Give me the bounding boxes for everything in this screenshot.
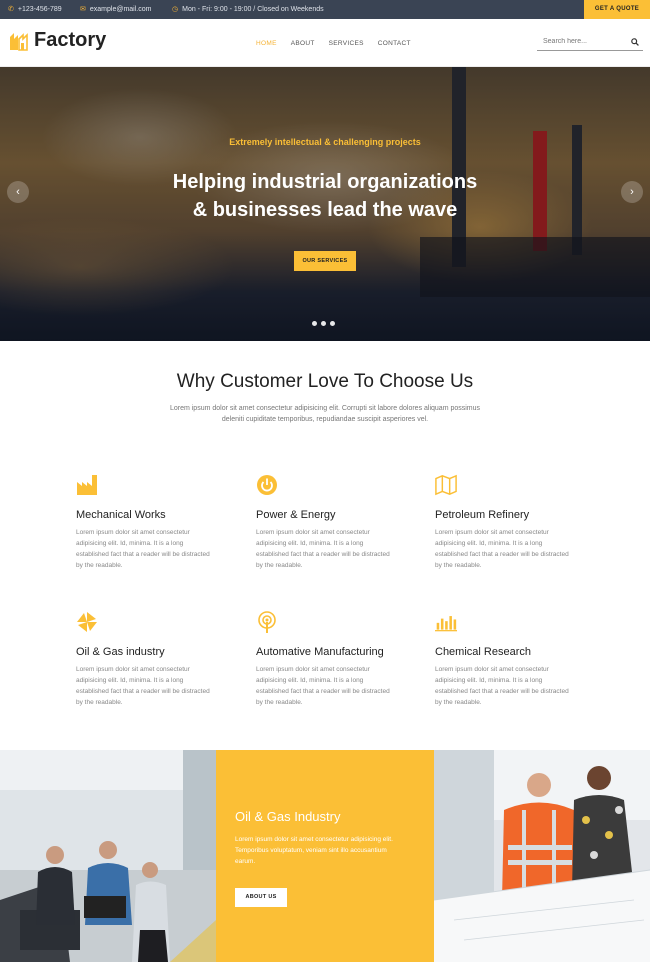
phone-info[interactable]: ✆ +123-456-789 — [8, 0, 62, 19]
section-description: Lorem ipsum dolor sit amet consectetur a… — [169, 405, 481, 423]
logo[interactable]: Factory — [8, 29, 106, 52]
phone-text: +123-456-789 — [17, 6, 62, 13]
antenna-icon — [258, 611, 276, 633]
feature-card: Petroleum Refinery Lorem ipsum dolor sit… — [435, 474, 575, 571]
chevron-right-icon: › — [630, 186, 634, 198]
panel-title: Oil & Gas Industry — [235, 809, 341, 824]
envelope-icon: ✉ — [80, 6, 86, 13]
feature-card: Automative Manufacturing Lorem ipsum dol… — [256, 611, 396, 708]
feature-text: Lorem ipsum dolor sit amet consectetur a… — [76, 529, 210, 569]
factory-logo-icon — [10, 32, 28, 51]
main-nav: HOME ABOUT SERVICES CONTACT — [256, 19, 411, 67]
oil-gas-panel: Oil & Gas Industry Lorem ipsum dolor sit… — [216, 750, 434, 962]
phone-icon: ✆ — [8, 6, 14, 13]
bar-chart-icon — [435, 616, 457, 632]
power-icon — [257, 475, 277, 495]
chevron-left-icon: ‹ — [16, 186, 20, 198]
feature-text: Lorem ipsum dolor sit amet consectetur a… — [435, 666, 569, 706]
section-title: Why Customer Love To Choose Us — [176, 371, 474, 392]
email-text: example@mail.com — [89, 6, 152, 13]
about-us-button[interactable]: ABOUT US — [235, 888, 287, 907]
slide-dot[interactable] — [321, 321, 326, 326]
search-box — [537, 33, 643, 51]
feature-title: Mechanical Works — [76, 509, 166, 521]
feature-title: Petroleum Refinery — [435, 509, 530, 521]
feature-title: Oil & Gas industry — [76, 646, 165, 658]
pinwheel-icon — [77, 612, 97, 632]
map-icon — [435, 474, 457, 496]
prev-slide-button[interactable]: ‹ — [7, 181, 29, 203]
nav-home[interactable]: HOME — [256, 40, 277, 47]
engineers-photo — [434, 750, 650, 962]
hero-title: Helping industrial organizations & busin… — [0, 168, 650, 224]
clock-icon: ◷ — [172, 6, 179, 13]
top-bar: ✆ +123-456-789 ✉ example@mail.com ◷ Mon … — [0, 0, 650, 19]
slider-dots — [312, 321, 335, 326]
hero-subtitle: Extremely intellectual & challenging pro… — [229, 137, 421, 147]
next-slide-button[interactable]: › — [621, 181, 643, 203]
logo-text: Factory — [34, 29, 107, 51]
get-quote-button[interactable]: GET A QUOTE — [584, 0, 650, 19]
feature-card: Mechanical Works Lorem ipsum dolor sit a… — [76, 474, 216, 571]
feature-text: Lorem ipsum dolor sit amet consectetur a… — [256, 666, 390, 706]
hero-slider: Extremely intellectual & challenging pro… — [0, 67, 650, 341]
hero-title-line1: Helping industrial organizations — [172, 171, 478, 193]
feature-title: Chemical Research — [435, 646, 531, 658]
feature-text: Lorem ipsum dolor sit amet consectetur a… — [435, 529, 569, 569]
feature-card: Chemical Research Lorem ipsum dolor sit … — [435, 611, 575, 708]
nav-contact[interactable]: CONTACT — [378, 40, 411, 47]
factory-icon — [77, 475, 97, 495]
search-input[interactable] — [543, 38, 623, 45]
nav-about[interactable]: ABOUT — [291, 40, 315, 47]
slide-dot[interactable] — [312, 321, 317, 326]
hero-title-line2: & businesses lead the wave — [192, 199, 458, 221]
nav-services[interactable]: SERVICES — [329, 40, 364, 47]
hours-info: ◷ Mon - Fri: 9:00 - 19:00 / Closed on We… — [172, 0, 324, 19]
feature-title: Power & Energy — [256, 509, 336, 521]
workers-photo — [0, 750, 216, 962]
search-icon[interactable] — [631, 37, 639, 46]
feature-text: Lorem ipsum dolor sit amet consectetur a… — [76, 666, 210, 706]
hours-text: Mon - Fri: 9:00 - 19:00 / Closed on Week… — [182, 6, 324, 13]
site-header: Factory HOME ABOUT SERVICES CONTACT — [0, 19, 650, 67]
email-info[interactable]: ✉ example@mail.com — [80, 0, 151, 19]
panel-text: Lorem ipsum dolor sit amet consectetur a… — [235, 836, 393, 865]
engineers-photo-illustration — [434, 750, 650, 962]
slide-dot[interactable] — [330, 321, 335, 326]
feature-card: Oil & Gas industry Lorem ipsum dolor sit… — [76, 611, 216, 708]
feature-text: Lorem ipsum dolor sit amet consectetur a… — [256, 529, 390, 569]
feature-title: Automative Manufacturing — [256, 646, 384, 658]
our-services-button[interactable]: OUR SERVICES — [294, 251, 356, 271]
workers-photo-illustration — [0, 750, 216, 962]
feature-card: Power & Energy Lorem ipsum dolor sit ame… — [256, 474, 396, 571]
